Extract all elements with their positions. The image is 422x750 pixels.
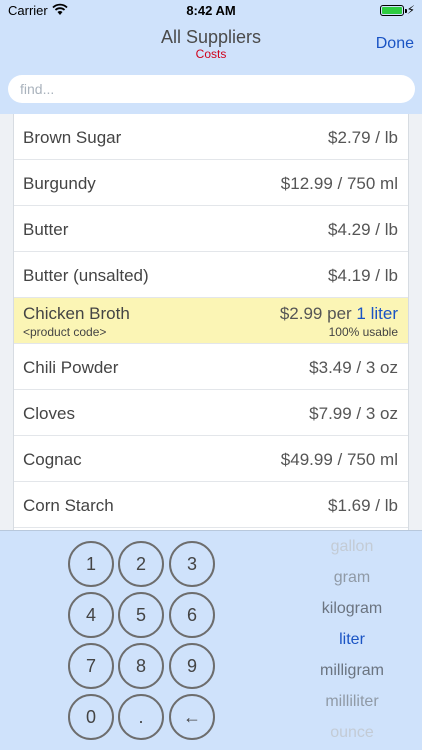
list-item[interactable]: Cloves $7.99 / 3 oz	[14, 390, 408, 436]
key-1[interactable]: 1	[68, 541, 114, 587]
picker-option[interactable]: ounce	[282, 724, 422, 742]
item-price: $4.29 / lb	[328, 220, 398, 239]
list-item[interactable]: Corn Starch $1.69 / lb	[14, 482, 408, 528]
list-item[interactable]: Butter (unsalted) $4.19 / lb	[14, 252, 408, 298]
item-price: $4.19 / lb	[328, 266, 398, 285]
battery-icon	[380, 5, 407, 16]
item-name: Butter (unsalted)	[23, 266, 149, 285]
key-2[interactable]: 2	[118, 541, 164, 587]
item-name: Burgundy	[23, 174, 96, 193]
list-item[interactable]: Brown Sugar $2.79 / lb	[14, 114, 408, 160]
item-name: Cognac	[23, 450, 82, 469]
key-4[interactable]: 4	[68, 592, 114, 638]
keypad-area: 1 2 3 4 5 6 7 8 9 0 . ← gallon gram kilo…	[0, 530, 422, 750]
key-3[interactable]: 3	[169, 541, 215, 587]
item-price: $12.99 / 750 ml	[280, 174, 398, 193]
item-name: Chili Powder	[23, 358, 119, 377]
item-price: $1.69 / lb	[328, 496, 398, 515]
header: Carrier 8:42 AM ⚡ All Suppliers Costs Do…	[0, 0, 422, 114]
item-price: $2.99 per 1 liter	[280, 304, 398, 324]
picker-option-selected[interactable]: liter	[282, 631, 422, 649]
key-5[interactable]: 5	[118, 592, 164, 638]
page-subtitle: Costs	[195, 47, 227, 61]
list-item[interactable]: Butter $4.29 / lb	[14, 206, 408, 252]
page-title: All Suppliers	[160, 27, 262, 47]
backspace-key[interactable]: ←	[169, 694, 215, 740]
picker-option[interactable]: milligram	[282, 662, 422, 680]
status-time: 8:42 AM	[186, 3, 236, 18]
picker-option[interactable]: gallon	[282, 538, 422, 556]
key-6[interactable]: 6	[169, 592, 215, 638]
key-9[interactable]: 9	[169, 643, 215, 689]
list-item[interactable]: Chili Powder $3.49 / 3 oz	[14, 344, 408, 390]
unit-picker[interactable]: gallon gram kilogram liter milligram mil…	[282, 531, 422, 750]
item-price: $49.99 / 750 ml	[280, 450, 398, 469]
done-button[interactable]: Done	[376, 35, 414, 53]
usable-percentage[interactable]: 100% usable	[329, 325, 398, 339]
picker-option[interactable]: milliliter	[282, 693, 422, 711]
search-input[interactable]	[8, 75, 415, 103]
product-code-field[interactable]: <product code>	[23, 325, 106, 339]
charging-bolt-icon: ⚡	[406, 3, 415, 17]
search-bar	[8, 75, 415, 103]
key-0[interactable]: 0	[68, 694, 114, 740]
key-decimal[interactable]: .	[118, 694, 164, 740]
item-price: $2.79 / lb	[328, 128, 398, 147]
item-name: Cloves	[23, 404, 75, 423]
item-unit-link[interactable]: 1 liter	[356, 304, 398, 323]
list-item[interactable]: Burgundy $12.99 / 750 ml	[14, 160, 408, 206]
key-7[interactable]: 7	[68, 643, 114, 689]
item-price-value: $2.99 per	[279, 304, 352, 323]
key-8[interactable]: 8	[118, 643, 164, 689]
item-price: $3.49 / 3 oz	[309, 358, 398, 377]
list-item-selected[interactable]: Chicken Broth $2.99 per 1 liter <product…	[14, 298, 408, 344]
item-name: Corn Starch	[23, 496, 114, 515]
status-bar: Carrier 8:42 AM ⚡	[0, 0, 422, 22]
picker-option[interactable]: kilogram	[282, 600, 422, 618]
picker-option[interactable]: gram	[282, 569, 422, 587]
item-list[interactable]: Brown Sugar $2.79 / lb Burgundy $12.99 /…	[13, 114, 409, 530]
item-name: Brown Sugar	[23, 128, 122, 147]
item-name: Chicken Broth	[23, 304, 130, 323]
item-price: $7.99 / 3 oz	[309, 404, 398, 423]
item-name: Butter	[23, 220, 69, 239]
list-item[interactable]: Cognac $49.99 / 750 ml	[14, 436, 408, 482]
